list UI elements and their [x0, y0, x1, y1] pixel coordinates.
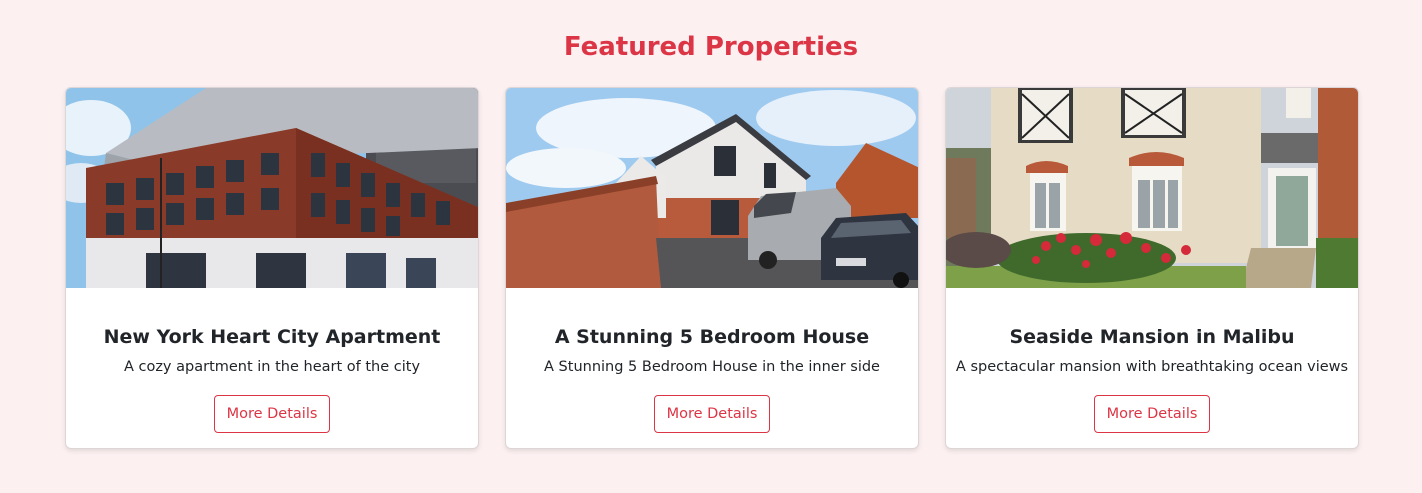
property-image-house-with-van[interactable]: [506, 88, 919, 288]
more-details-button[interactable]: More Details: [1093, 395, 1211, 433]
card-body: A Stunning 5 Bedroom House A Stunning 5 …: [506, 325, 918, 433]
property-description: A Stunning 5 Bedroom House in the inner …: [544, 359, 880, 375]
property-title: New York Heart City Apartment: [103, 326, 441, 348]
property-card: A Stunning 5 Bedroom House A Stunning 5 …: [505, 87, 919, 449]
property-title: A Stunning 5 Bedroom House: [554, 326, 870, 348]
card-body: New York Heart City Apartment A cozy apa…: [66, 325, 478, 433]
property-description: A cozy apartment in the heart of the cit…: [123, 359, 421, 375]
more-details-button[interactable]: More Details: [213, 395, 331, 433]
property-card: New York Heart City Apartment A cozy apa…: [65, 87, 479, 449]
property-image-apartment-building[interactable]: [66, 88, 479, 288]
featured-properties-section: Featured Properties New York Heart City …: [0, 0, 1422, 493]
property-image-mansion-facade[interactable]: [946, 88, 1359, 288]
section-title: Featured Properties: [563, 32, 859, 62]
card-body: Seaside Mansion in Malibu A spectacular …: [946, 325, 1358, 433]
more-details-button[interactable]: More Details: [653, 395, 771, 433]
property-title: Seaside Mansion in Malibu: [1009, 326, 1295, 348]
property-card: Seaside Mansion in Malibu A spectacular …: [945, 87, 1359, 449]
property-description: A spectacular mansion with breathtaking …: [955, 359, 1349, 375]
